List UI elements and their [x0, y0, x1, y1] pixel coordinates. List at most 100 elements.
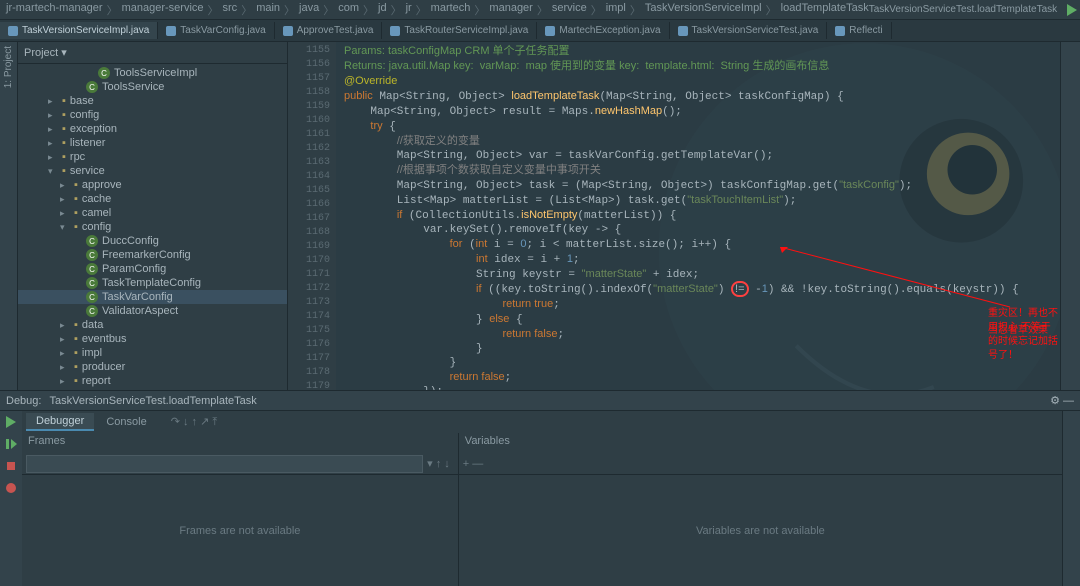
expand-icon[interactable]: ▸ — [60, 376, 70, 387]
run-icon[interactable] — [1065, 3, 1077, 17]
debug-settings-icon[interactable]: ⚙ — — [1050, 394, 1074, 407]
breakpoints-icon[interactable] — [4, 481, 18, 495]
expand-icon[interactable]: ▸ — [48, 138, 58, 149]
file-icon — [835, 26, 845, 36]
resume-icon[interactable] — [4, 437, 18, 451]
tree-item[interactable]: CDuccConfig — [18, 234, 287, 248]
editor-tab[interactable]: TaskVersionServiceImpl.java — [0, 22, 158, 39]
tree-item[interactable]: CToolsService — [18, 80, 287, 94]
project-panel: Project ▾ CToolsServiceImplCToolsService… — [18, 42, 288, 390]
file-icon — [283, 26, 293, 36]
tree-item[interactable]: ▸▪impl — [18, 346, 287, 360]
tree-item[interactable]: ▸▪listener — [18, 136, 287, 150]
breadcrumb-item[interactable]: loadTemplateTask — [781, 2, 869, 18]
breadcrumb-item[interactable]: jr — [406, 2, 412, 18]
frames-toolbar: ▾ ↑ ↓ — [22, 453, 458, 475]
breadcrumb[interactable]: jr-martech-manager〉manager-service〉src〉m… — [6, 2, 869, 18]
editor-tab[interactable]: ApproveTest.java — [275, 22, 383, 39]
tree-item[interactable]: ▸▪cache — [18, 192, 287, 206]
tree-item[interactable]: ▸▪base — [18, 94, 287, 108]
breadcrumb-item[interactable]: java — [299, 2, 319, 18]
editor-tab[interactable]: TaskVersionServiceTest.java — [670, 22, 828, 39]
debug-tabs: Debugger Console ↷ ↓ ↑ ↗ ⤒ — [22, 411, 1062, 433]
editor-tab[interactable]: TaskRouterServiceImpl.java — [382, 22, 537, 39]
expand-icon[interactable]: ▸ — [48, 96, 58, 107]
tree-item[interactable]: ▸▪config — [18, 108, 287, 122]
expand-icon[interactable]: ▸ — [60, 348, 70, 359]
code-editor[interactable]: 1155 1156 1157 1158 1159 1160 1161 1162 … — [288, 42, 1060, 390]
vars-add-icon[interactable]: + — — [463, 458, 483, 470]
expand-icon[interactable]: ▸ — [60, 180, 70, 191]
editor-tab[interactable]: Reflecti — [827, 22, 891, 39]
expand-icon[interactable]: ▸ — [60, 362, 70, 373]
tree-item[interactable]: ▸▪data — [18, 318, 287, 332]
project-panel-header[interactable]: Project ▾ — [18, 42, 287, 64]
tree-item[interactable]: ▾▪config — [18, 220, 287, 234]
tree-item[interactable]: CTaskVarConfig — [18, 290, 287, 304]
breadcrumb-item[interactable]: jr-martech-manager — [6, 2, 103, 18]
tree-item[interactable]: CValidatorAspect — [18, 304, 287, 318]
folder-icon: ▪ — [62, 123, 66, 135]
tree-item[interactable]: ▸▪rpc — [18, 150, 287, 164]
breadcrumb-item[interactable]: main — [256, 2, 280, 18]
tree-item[interactable]: ▸▪exception — [18, 122, 287, 136]
tree-item[interactable]: ▾▪service — [18, 164, 287, 178]
folder-icon: ▪ — [74, 319, 78, 331]
console-tab[interactable]: Console — [96, 414, 156, 430]
breadcrumb-item[interactable]: martech — [431, 2, 471, 18]
breadcrumb-item[interactable]: manager — [489, 2, 532, 18]
line-gutter: 1155 1156 1157 1158 1159 1160 1161 1162 … — [288, 42, 336, 390]
expand-icon[interactable]: ▾ — [60, 390, 70, 391]
project-tool-button[interactable]: 1: Project — [3, 46, 14, 88]
tree-item[interactable]: CToolsServiceImpl — [18, 66, 287, 80]
folder-icon: ▪ — [62, 95, 66, 107]
thread-selector[interactable] — [26, 455, 423, 473]
tree-item[interactable]: CTaskTemplateConfig — [18, 276, 287, 290]
folder-icon: ▪ — [74, 333, 78, 345]
minimap[interactable] — [1060, 42, 1080, 390]
frames-nav[interactable]: ▾ ↑ ↓ — [423, 457, 454, 470]
folder-icon: ▪ — [74, 347, 78, 359]
breadcrumb-item[interactable]: manager-service — [122, 2, 204, 18]
breadcrumb-item[interactable]: src — [223, 2, 238, 18]
class-icon: C — [86, 235, 98, 247]
editor-tab[interactable]: MartechException.java — [537, 22, 669, 39]
code-area[interactable]: Params: taskConfigMap CRM 单个子任务配置 Return… — [336, 42, 1060, 390]
tree-item[interactable]: ▸▪report — [18, 374, 287, 388]
breadcrumb-item[interactable]: service — [552, 2, 587, 18]
tree-item[interactable]: ▾▪var — [18, 388, 287, 390]
tree-item[interactable]: CFreemarkerConfig — [18, 248, 287, 262]
expand-icon[interactable]: ▸ — [48, 110, 58, 121]
expand-icon[interactable]: ▸ — [60, 194, 70, 205]
debugger-tab[interactable]: Debugger — [26, 413, 94, 431]
expand-icon[interactable]: ▾ — [48, 166, 58, 177]
breadcrumb-item[interactable]: com — [338, 2, 359, 18]
project-tree[interactable]: CToolsServiceImplCToolsService▸▪base▸▪co… — [18, 64, 287, 390]
breadcrumb-item[interactable]: TaskVersionServiceImpl — [645, 2, 762, 18]
stop-debug-icon[interactable] — [4, 459, 18, 473]
expand-icon[interactable]: ▸ — [60, 334, 70, 345]
rerun-icon[interactable] — [4, 415, 18, 429]
expand-icon[interactable]: ▸ — [48, 124, 58, 135]
tree-item[interactable]: ▸▪eventbus — [18, 332, 287, 346]
folder-icon: ▪ — [74, 193, 78, 205]
tree-item[interactable]: ▸▪producer — [18, 360, 287, 374]
tree-item[interactable]: ▸▪camel — [18, 206, 287, 220]
variables-header: Variables — [459, 433, 1062, 453]
tree-item[interactable]: ▸▪approve — [18, 178, 287, 192]
expand-icon[interactable]: ▸ — [60, 208, 70, 219]
run-config-selector[interactable]: TaskVersionServiceTest.loadTemplateTask — [869, 4, 1057, 15]
expand-icon[interactable]: ▸ — [48, 152, 58, 163]
breadcrumb-item[interactable]: impl — [606, 2, 626, 18]
expand-icon[interactable]: ▾ — [60, 222, 70, 233]
class-icon: C — [98, 67, 110, 79]
expand-icon[interactable]: ▸ — [60, 320, 70, 331]
debug-label: Debug: — [6, 395, 41, 407]
variables-toolbar: + — — [459, 453, 1062, 475]
folder-icon: ▪ — [74, 221, 78, 233]
editor-tab[interactable]: TaskVarConfig.java — [158, 22, 274, 39]
step-icons[interactable]: ↷ ↓ ↑ ↗ ⤒ — [171, 415, 218, 429]
class-icon: C — [86, 277, 98, 289]
tree-item[interactable]: CParamConfig — [18, 262, 287, 276]
breadcrumb-item[interactable]: jd — [378, 2, 387, 18]
